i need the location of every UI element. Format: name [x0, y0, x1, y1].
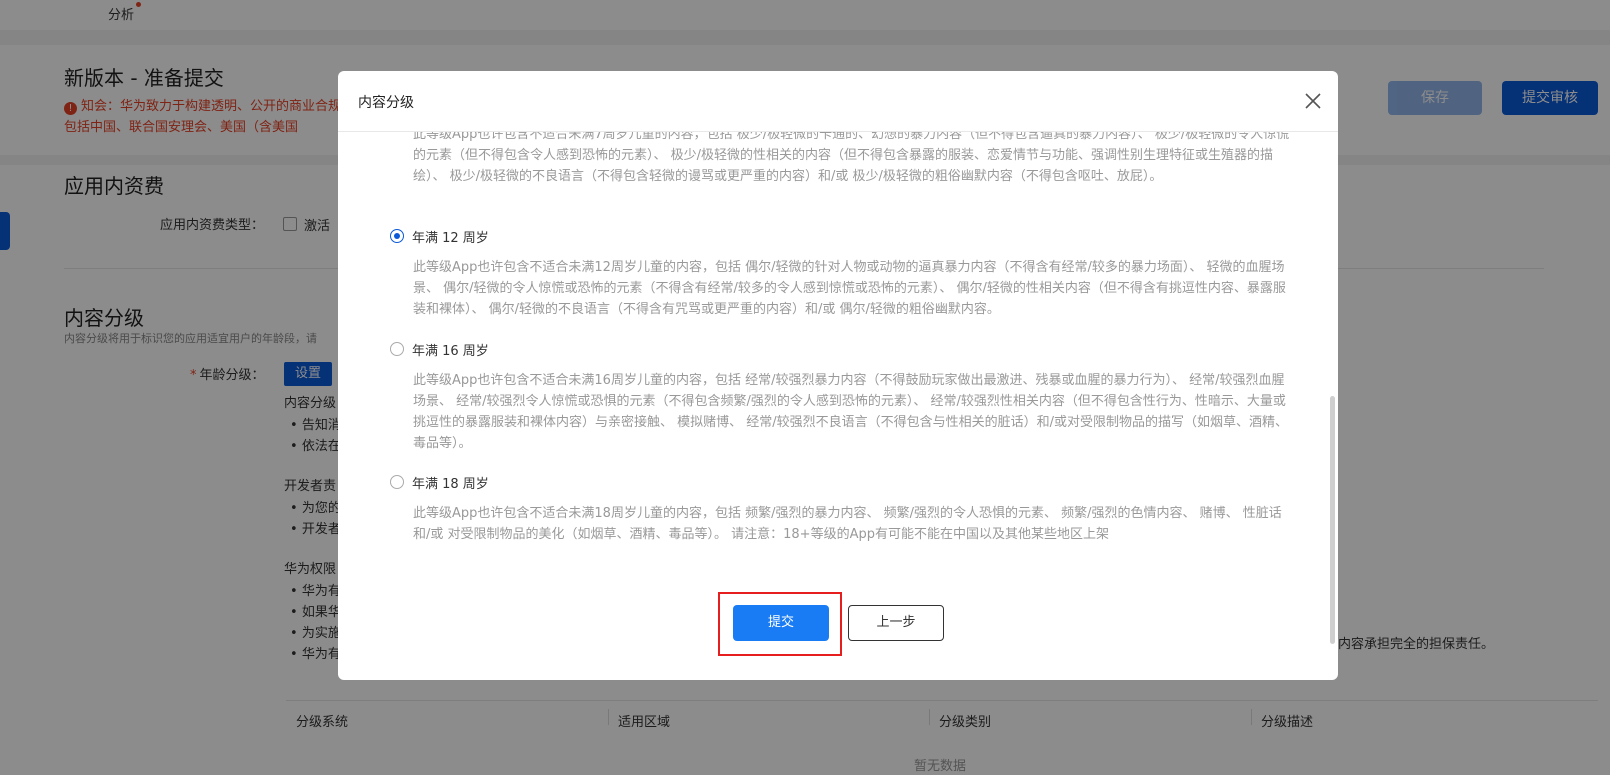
- close-icon[interactable]: [1302, 90, 1324, 112]
- option-age-18[interactable]: 年满 18 周岁: [390, 472, 489, 492]
- previous-step-button[interactable]: 上一步: [848, 605, 944, 641]
- dialog-header: 内容分级: [338, 71, 1338, 132]
- dialog-title: 内容分级: [358, 95, 414, 111]
- radio-age-12[interactable]: [390, 229, 404, 243]
- content-rating-dialog: 内容分级 此等级App也许包含不适合未满7周岁儿童的内容，包括 极少/极轻微的卡…: [338, 71, 1338, 680]
- radio-age-18[interactable]: [390, 475, 404, 489]
- rating-16-desc: 此等级App也许包含不适合未满16周岁儿童的内容，包括 经常/较强烈暴力内容（不…: [413, 373, 1289, 451]
- option-label: 年满 18 周岁: [412, 476, 489, 492]
- rating-12-desc: 此等级App也许包含不适合未满12周岁儿童的内容，包括 偶尔/轻微的针对人物或动…: [413, 260, 1286, 317]
- radio-age-16[interactable]: [390, 342, 404, 356]
- rating-18-desc: 此等级App也许包含不适合未满18周岁儿童的内容，包括 频繁/强烈的暴力内容、 …: [413, 506, 1282, 542]
- option-label: 年满 16 周岁: [412, 343, 489, 359]
- option-age-12[interactable]: 年满 12 周岁: [390, 226, 489, 246]
- dialog-body[interactable]: 此等级App也许包含不适合未满7周岁儿童的内容，包括 极少/极轻微的卡通的、幻想…: [338, 132, 1338, 645]
- submit-button[interactable]: 提交: [733, 605, 829, 641]
- rating-7-desc: 此等级App也许包含不适合未满7周岁儿童的内容，包括 极少/极轻微的卡通的、幻想…: [413, 132, 1290, 184]
- option-age-16[interactable]: 年满 16 周岁: [390, 339, 489, 359]
- option-label: 年满 12 周岁: [412, 230, 489, 246]
- dialog-scrollbar[interactable]: [1330, 396, 1335, 644]
